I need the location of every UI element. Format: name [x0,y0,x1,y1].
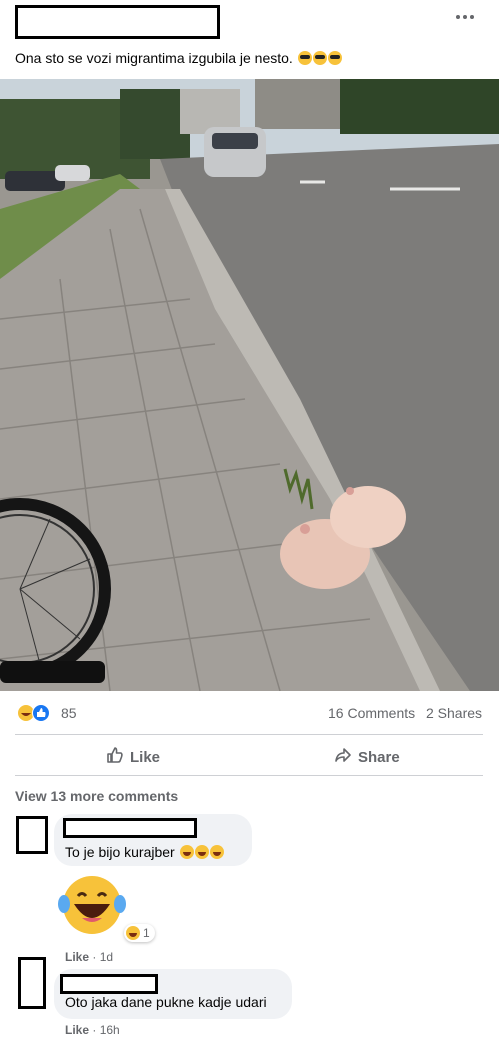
grinning-emoji-icon [179,845,194,859]
comment-time[interactable]: 16h [100,1023,120,1037]
laughing-tears-emoji-icon [58,874,126,936]
like-label: Like [130,748,161,766]
comment-like-link[interactable]: Like [65,950,89,964]
sunglasses-emoji-icon [327,51,342,65]
comments-count[interactable]: 16 Comments [328,705,415,721]
share-button[interactable]: Share [334,746,400,768]
commenter-avatar-redacted[interactable] [16,816,48,854]
reaction-count: 1 [143,926,150,940]
reaction-icons[interactable] [15,704,57,722]
comment-meta: Like · 1d [65,950,114,964]
post-photo[interactable] [0,79,499,692]
share-label: Share [358,748,400,766]
sunglasses-emoji-icon [297,51,312,65]
author-name-redacted [15,5,220,39]
comment-like-link[interactable]: Like [65,1023,89,1037]
share-arrow-icon [334,746,352,768]
sunglasses-emoji-icon [312,51,327,65]
commenter-name-redacted[interactable] [60,974,158,994]
comment-reaction-badge[interactable]: 1 [124,924,155,942]
grinning-emoji-icon [194,845,209,859]
post-text: Ona sto se vozi migrantima izgubila je n… [15,50,342,66]
commenter-name-redacted[interactable] [63,818,197,838]
thumbs-up-icon [106,746,124,768]
post-text-body: Ona sto se vozi migrantima izgubila je n… [15,50,293,66]
more-options-icon[interactable] [455,10,475,24]
comment-time[interactable]: 1d [100,950,113,964]
shares-count[interactable]: 2 Shares [426,705,482,721]
divider [15,734,483,735]
haha-icon [126,926,140,940]
comment-text: To je bijo kurajber [65,844,224,860]
divider [15,775,483,776]
grinning-emoji-icon [209,845,224,859]
commenter-avatar-redacted[interactable] [18,957,46,1009]
view-more-comments-link[interactable]: View 13 more comments [15,788,178,804]
reaction-count[interactable]: 85 [61,705,77,721]
comment-text: Oto jaka dane pukne kadje udari [65,994,267,1010]
comment-meta: Like · 16h [65,1023,120,1037]
like-button[interactable]: Like [106,746,160,768]
